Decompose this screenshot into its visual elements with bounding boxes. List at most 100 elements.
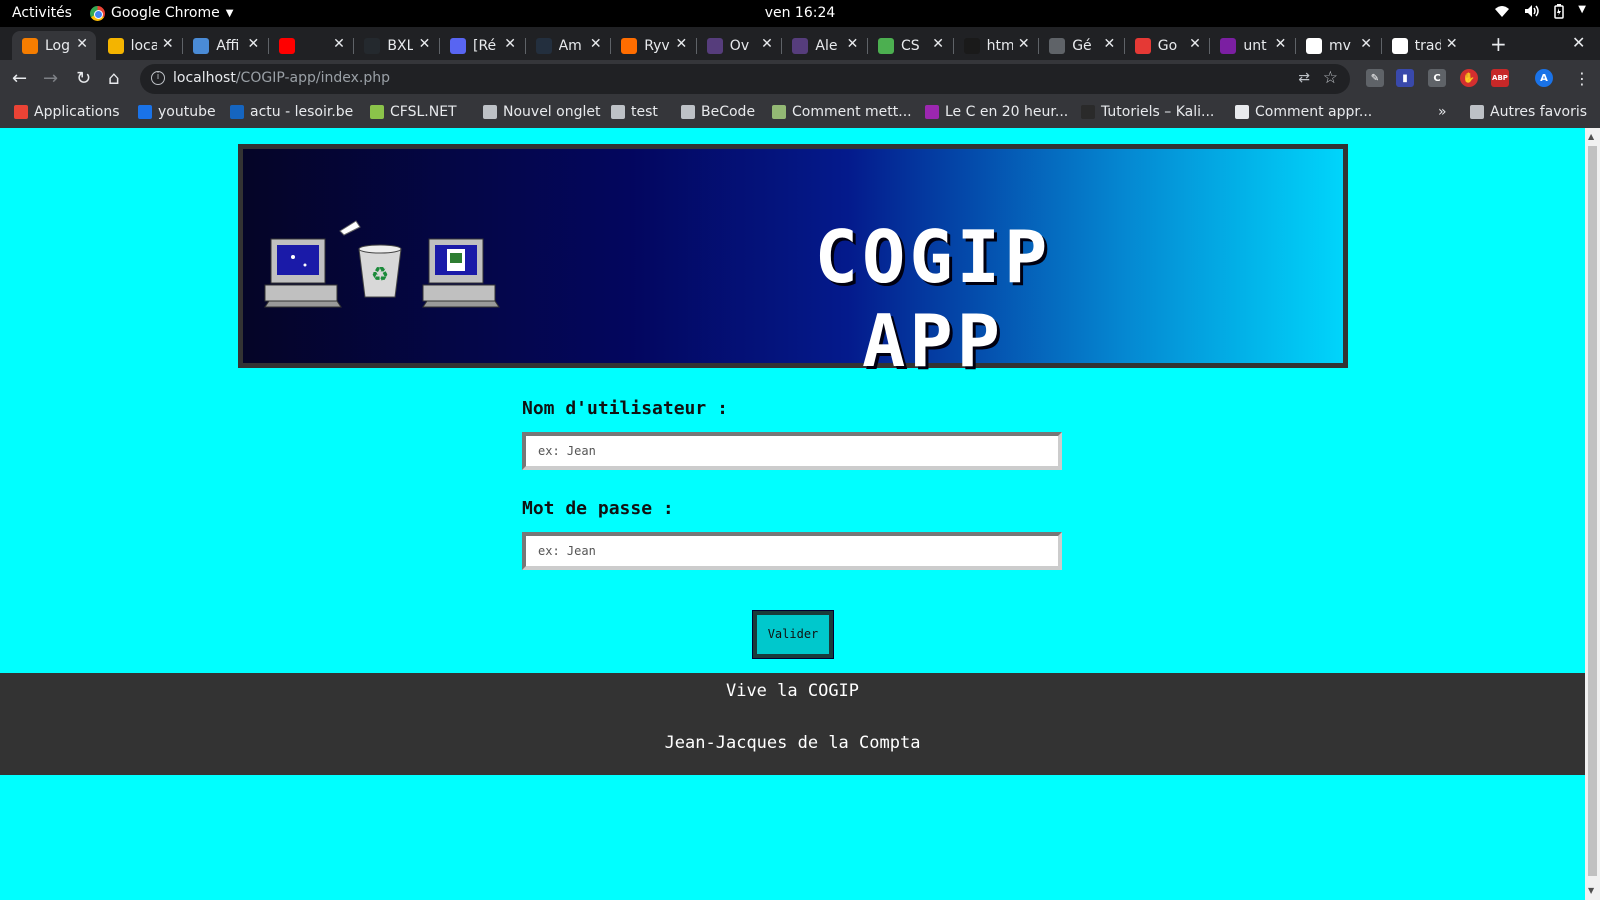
- browser-tab[interactable]: BXL ✕: [354, 31, 438, 60]
- site-info-icon[interactable]: i: [151, 71, 165, 85]
- close-tab-icon[interactable]: ✕: [1189, 36, 1201, 52]
- browser-tab-title: mv: [1329, 37, 1351, 54]
- bookmark-item[interactable]: test: [611, 104, 658, 120]
- close-tab-icon[interactable]: ✕: [932, 36, 944, 52]
- password-input[interactable]: ex: Jean: [522, 532, 1062, 570]
- other-bookmarks-folder[interactable]: Autres favoris: [1470, 104, 1587, 120]
- volume-icon[interactable]: [1524, 4, 1540, 23]
- bookmark-item[interactable]: Applications: [14, 104, 120, 120]
- bookmarks-overflow-chevron-icon[interactable]: »: [1438, 104, 1447, 120]
- recycle-bin-icon: ♻: [358, 244, 402, 298]
- scroll-up-icon[interactable]: ▲: [1588, 132, 1594, 141]
- bookmark-item[interactable]: BeCode: [681, 104, 755, 120]
- close-tab-icon[interactable]: ✕: [761, 36, 773, 52]
- page-footer: Vive la COGIP Jean-Jacques de la Compta: [0, 673, 1585, 775]
- browser-tab[interactable]: Ryv ✕: [611, 31, 695, 60]
- bookmark-item[interactable]: youtube: [138, 104, 216, 120]
- scrollbar-thumb[interactable]: [1588, 146, 1597, 876]
- close-tab-icon[interactable]: ✕: [1360, 36, 1372, 52]
- system-menu-caret-icon[interactable]: ▼: [1578, 4, 1586, 23]
- wifi-icon[interactable]: [1494, 4, 1510, 23]
- battery-icon[interactable]: [1554, 4, 1565, 23]
- browser-toolbar: ← → ↻ ⌂ i localhost/COGIP-app/index.php …: [0, 60, 1600, 98]
- new-tab-button[interactable]: +: [1490, 32, 1507, 56]
- browser-tab[interactable]: unt ✕: [1210, 31, 1294, 60]
- map-icon: [107, 37, 124, 54]
- close-tab-icon[interactable]: ✕: [333, 36, 345, 52]
- bookmark-item[interactable]: actu - lesoir.be: [230, 104, 353, 120]
- amazon-icon: [535, 37, 552, 54]
- browser-tab[interactable]: Log ✕: [12, 31, 96, 60]
- back-button[interactable]: ←: [12, 68, 27, 89]
- translate-icon[interactable]: ⇄: [1298, 70, 1310, 86]
- bookmark-item[interactable]: CFSL.NET: [370, 104, 457, 120]
- bookmark-item[interactable]: Comment appr...: [1235, 104, 1372, 120]
- bookmark-label: test: [631, 104, 658, 120]
- adblock-plus-icon[interactable]: ABP: [1491, 69, 1509, 87]
- bookmark-item[interactable]: Le C en 20 heur...: [925, 104, 1068, 120]
- close-tab-icon[interactable]: ✕: [1103, 36, 1115, 52]
- browser-tab[interactable]: Ov ✕: [697, 31, 781, 60]
- tab-separator: [1038, 38, 1040, 54]
- close-tab-icon[interactable]: ✕: [1018, 36, 1030, 52]
- extension-c-icon[interactable]: C: [1428, 69, 1446, 87]
- tab-separator: [1209, 38, 1211, 54]
- close-tab-icon[interactable]: ✕: [419, 36, 431, 52]
- bookmark-item[interactable]: Comment mett...: [772, 104, 912, 120]
- extension-hand-icon[interactable]: ✋: [1460, 69, 1478, 87]
- extension-pen-icon[interactable]: ✎: [1366, 69, 1384, 87]
- close-tab-icon[interactable]: ✕: [590, 36, 602, 52]
- close-tab-icon[interactable]: ✕: [675, 36, 687, 52]
- tab-separator: [781, 38, 783, 54]
- browser-tab-title: CS: [901, 37, 920, 54]
- bookmark-star-icon[interactable]: ☆: [1323, 68, 1338, 88]
- bookmark-label: Comment mett...: [792, 104, 912, 120]
- reload-button[interactable]: ↻: [76, 68, 91, 89]
- extension-bars-icon[interactable]: ▮: [1396, 69, 1414, 87]
- globe-icon: [1049, 37, 1066, 54]
- system-tray[interactable]: ▼: [1494, 4, 1586, 23]
- close-tab-icon[interactable]: ✕: [76, 36, 88, 52]
- home-button[interactable]: ⌂: [108, 68, 119, 89]
- tab-separator: [695, 38, 697, 54]
- profile-avatar[interactable]: A: [1535, 69, 1553, 87]
- browser-tab[interactable]: [Ré ✕: [440, 31, 524, 60]
- tab-separator: [610, 38, 612, 54]
- browser-tab[interactable]: trad ✕: [1382, 31, 1466, 60]
- address-bar[interactable]: i localhost/COGIP-app/index.php ⇄ ☆: [140, 64, 1350, 94]
- browser-tab[interactable]: loca ✕: [98, 31, 182, 60]
- browser-tab[interactable]: ✕: [269, 31, 353, 60]
- browser-tab[interactable]: Am ✕: [526, 31, 610, 60]
- browser-tab[interactable]: mv ✕: [1296, 31, 1380, 60]
- chrome-menu-icon[interactable]: ⋮: [1574, 69, 1590, 88]
- browser-tab[interactable]: CS ✕: [868, 31, 952, 60]
- username-input[interactable]: ex: Jean: [522, 432, 1062, 470]
- page-scrollbar[interactable]: ▲ ▼: [1585, 128, 1600, 900]
- browser-tab[interactable]: Ale ✕: [782, 31, 866, 60]
- submit-button[interactable]: Valider: [752, 610, 834, 659]
- bookmark-item[interactable]: Nouvel onglet: [483, 104, 600, 120]
- close-tab-icon[interactable]: ✕: [247, 36, 259, 52]
- browser-tab[interactable]: Gé ✕: [1039, 31, 1123, 60]
- lesoir-icon: [230, 105, 244, 119]
- tab-separator: [1123, 38, 1125, 54]
- browser-tab[interactable]: Affi ✕: [183, 31, 267, 60]
- browser-tab[interactable]: htm ✕: [954, 31, 1038, 60]
- forward-button[interactable]: →: [43, 68, 58, 89]
- close-tab-icon[interactable]: ✕: [847, 36, 859, 52]
- close-tab-icon[interactable]: ✕: [504, 36, 516, 52]
- browser-tab[interactable]: Go ✕: [1125, 31, 1209, 60]
- window-close-button[interactable]: ✕: [1572, 33, 1585, 52]
- close-tab-icon[interactable]: ✕: [162, 36, 174, 52]
- tab-strip: Log ✕ loca ✕ Affi ✕ ✕ BXL ✕ [Ré ✕ Am ✕ Ryv ✕ Ov ✕ Ale ✕ CS ✕…: [0, 27, 1600, 60]
- clock[interactable]: ven 16:24: [0, 5, 1600, 21]
- bookmark-item[interactable]: Tutoriels – Kali...: [1081, 104, 1214, 120]
- browser-tab-title: unt: [1243, 37, 1267, 54]
- tab-separator: [524, 38, 526, 54]
- close-tab-icon[interactable]: ✕: [1446, 36, 1458, 52]
- address-bar-url[interactable]: localhost/COGIP-app/index.php: [173, 70, 390, 86]
- scroll-down-icon[interactable]: ▼: [1588, 886, 1594, 895]
- close-tab-icon[interactable]: ✕: [1275, 36, 1287, 52]
- css-icon: [878, 37, 894, 54]
- html-icon: [963, 37, 980, 54]
